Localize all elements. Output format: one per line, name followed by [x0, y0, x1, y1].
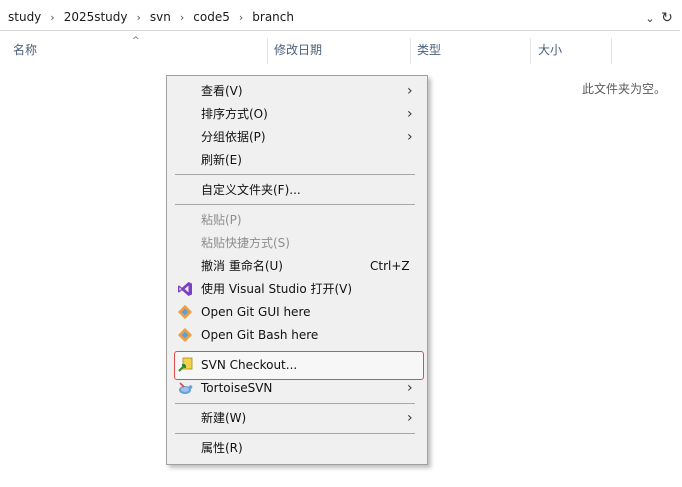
column-modified[interactable]: 修改日期 [274, 34, 322, 64]
breadcrumb-code5[interactable]: code5 [193, 10, 230, 24]
breadcrumb-study[interactable]: study [8, 10, 41, 24]
tortoisesvn-icon [179, 382, 193, 394]
chevron-right-icon[interactable]: › [180, 11, 184, 24]
menu-item-label: 使用 Visual Studio 打开(V) [201, 282, 353, 296]
column-divider[interactable] [530, 38, 531, 64]
chevron-right-icon[interactable]: › [50, 11, 54, 24]
menu-separator [175, 204, 415, 205]
menu-item-svn-checkout[interactable]: SVN Checkout... [167, 354, 427, 376]
chevron-right-icon: › [407, 129, 413, 145]
chevron-right-icon[interactable]: › [239, 11, 243, 24]
menu-item-label: 查看(V) [201, 84, 243, 98]
menu-item-label: 排序方式(O) [201, 107, 268, 121]
chevron-right-icon: › [407, 410, 413, 426]
chevron-right-icon: › [407, 106, 413, 122]
breadcrumb-svn[interactable]: svn [150, 10, 171, 24]
menu-item-label: Open Git Bash here [201, 328, 319, 342]
svn-checkout-icon [178, 357, 193, 372]
chevron-right-icon[interactable]: › [137, 11, 141, 24]
column-divider[interactable] [410, 38, 411, 64]
menu-item-customize-folder[interactable]: 自定义文件夹(F)... [167, 179, 427, 201]
menu-item-view[interactable]: 查看(V) › [167, 80, 427, 102]
refresh-icon[interactable]: ↻ [660, 10, 674, 26]
menu-item-git-bash[interactable]: Open Git Bash here [167, 324, 427, 346]
address-bar: study › 2025study › svn › code5 › branch ⌄ ↻ [0, 0, 682, 34]
menu-item-git-gui[interactable]: Open Git GUI here [167, 301, 427, 323]
menu-item-label: 撤消 重命名(U) [201, 259, 283, 273]
menu-item-label: Open Git GUI here [201, 305, 311, 319]
menu-item-properties[interactable]: 属性(R) [167, 437, 427, 459]
menu-separator [175, 433, 415, 434]
breadcrumb-branch[interactable]: branch [252, 10, 294, 24]
menu-item-sort[interactable]: 排序方式(O) › [167, 103, 427, 125]
menu-item-label: 粘贴(P) [201, 213, 242, 227]
column-divider[interactable] [267, 38, 268, 64]
breadcrumb-2025study[interactable]: 2025study [64, 10, 128, 24]
visual-studio-icon [178, 282, 192, 296]
menu-item-label: 新建(W) [201, 411, 247, 425]
menu-separator [175, 403, 415, 404]
menu-item-group[interactable]: 分组依据(P) › [167, 126, 427, 148]
chevron-right-icon: › [407, 380, 413, 396]
menu-item-undo-rename[interactable]: 撤消 重命名(U) Ctrl+Z [167, 255, 427, 277]
address-bar-inner: study › 2025study › svn › code5 › branch ⌄ ↻ [0, 4, 680, 31]
menu-item-label: 属性(R) [201, 441, 243, 455]
menu-item-refresh[interactable]: 刷新(E) [167, 149, 427, 171]
menu-item-label: SVN Checkout... [201, 358, 298, 372]
chevron-right-icon: › [407, 83, 413, 99]
sort-up-icon: ^ [132, 36, 140, 46]
menu-separator [175, 174, 415, 175]
empty-folder-message: 此文件夹为空。 [582, 82, 667, 96]
menu-item-paste-shortcut[interactable]: 粘贴快捷方式(S) [167, 232, 427, 254]
breadcrumb: study › 2025study › svn › code5 › branch [8, 10, 294, 24]
git-gui-icon [177, 304, 193, 320]
menu-item-label: 分组依据(P) [201, 130, 266, 144]
column-divider[interactable] [611, 38, 612, 64]
menu-item-label: TortoiseSVN [201, 381, 273, 395]
menu-item-label: 粘贴快捷方式(S) [201, 236, 290, 250]
menu-item-open-visual-studio[interactable]: 使用 Visual Studio 打开(V) [167, 278, 427, 300]
column-type[interactable]: 类型 [417, 34, 441, 64]
menu-item-shortcut: Ctrl+Z [370, 259, 410, 273]
context-menu: 查看(V) › 排序方式(O) › 分组依据(P) › 刷新(E) 自定义文件夹… [166, 75, 428, 465]
git-bash-icon [177, 327, 193, 343]
menu-item-label: 刷新(E) [201, 153, 242, 167]
menu-item-label: 自定义文件夹(F)... [201, 183, 301, 197]
menu-item-new[interactable]: 新建(W) › [167, 407, 427, 429]
chevron-down-icon[interactable]: ⌄ [644, 12, 656, 26]
menu-item-paste[interactable]: 粘贴(P) [167, 209, 427, 231]
column-header: 名称 修改日期 类型 大小 [0, 34, 682, 64]
menu-item-tortoisesvn[interactable]: TortoiseSVN › [167, 377, 427, 399]
column-name[interactable]: 名称 [13, 34, 37, 64]
column-size[interactable]: 大小 [538, 34, 562, 64]
